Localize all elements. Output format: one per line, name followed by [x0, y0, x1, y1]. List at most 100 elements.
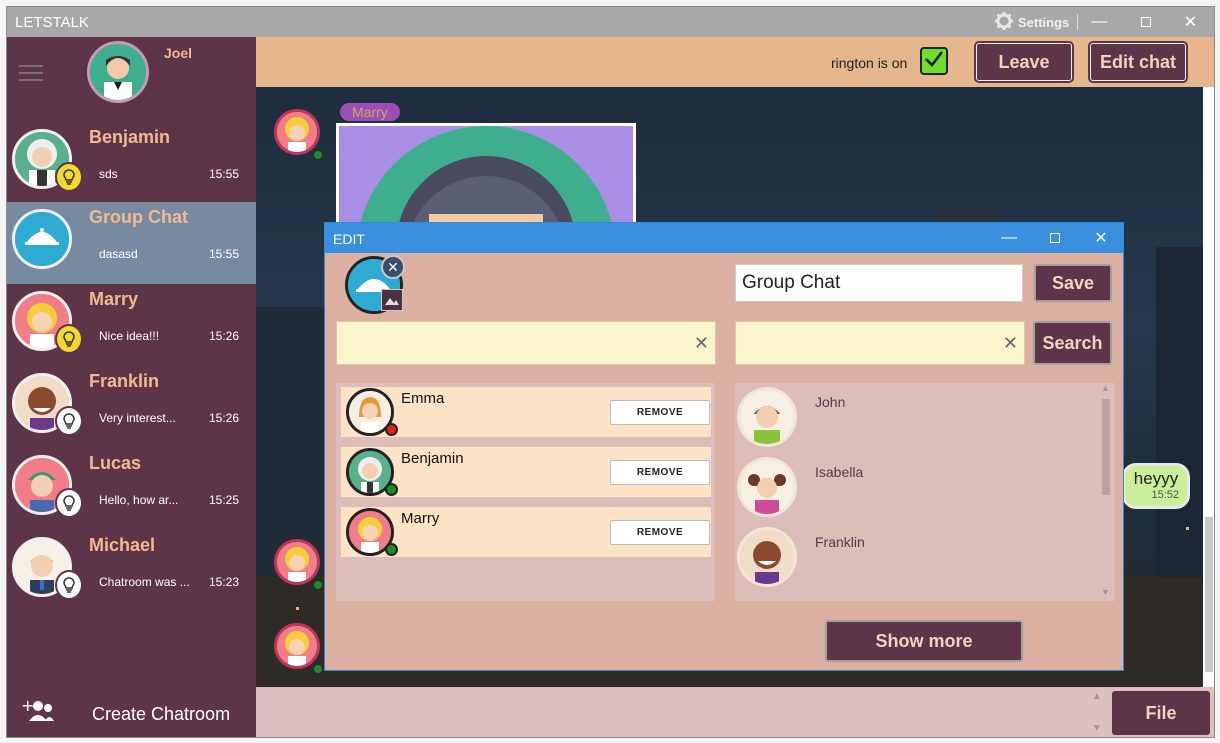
change-image-icon[interactable]	[381, 289, 403, 311]
last-message: Hello, how ar...	[99, 493, 179, 507]
user-row[interactable]: Franklin	[735, 525, 1095, 595]
clear-icon[interactable]: ✕	[694, 333, 709, 354]
scrollbar-thumb[interactable]	[1205, 517, 1213, 672]
chat-item-benjamin[interactable]: Benjamin sds 15:55	[7, 122, 256, 204]
sender-label: Marry	[340, 103, 400, 121]
marry-avatar[interactable]	[274, 623, 320, 669]
ringtone-label: rington is on	[831, 55, 908, 71]
last-message: dasasd	[99, 247, 138, 261]
ringtone-checkbox[interactable]	[920, 47, 948, 75]
close-icon: ✕	[1183, 14, 1198, 31]
user-row[interactable]: Isabella	[735, 455, 1095, 525]
last-message: sds	[99, 167, 118, 181]
leave-button[interactable]: Leave	[976, 43, 1072, 81]
chat-name: Michael	[89, 535, 156, 555]
city-light	[1186, 527, 1189, 530]
remove-avatar-icon[interactable]: ✕	[381, 255, 405, 279]
member-row: Benjamin REMOVE	[341, 447, 711, 497]
remove-button[interactable]: REMOVE	[610, 460, 710, 485]
message-time: 15:23	[209, 575, 240, 589]
message-time: 15:26	[209, 411, 240, 425]
online-indicator	[312, 579, 324, 591]
chat-name-input[interactable]	[735, 264, 1023, 302]
scrollbar-thumb[interactable]	[1102, 399, 1110, 495]
member-row: Emma REMOVE	[341, 387, 711, 437]
lightbulb-icon	[55, 162, 83, 192]
message-time: 15:55	[209, 167, 240, 181]
member-list[interactable]: Emma REMOVE Benjamin REMOVE Marry REMOVE	[336, 383, 715, 601]
chat-name: Marry	[89, 289, 139, 309]
app-title: LETSTALK	[15, 14, 89, 31]
create-chatroom-label: Create Chatroom	[92, 704, 231, 724]
scroll-up-icon[interactable]: ▲	[1101, 383, 1110, 393]
hamburger-menu-icon[interactable]	[19, 65, 43, 86]
minimize-icon: —	[1091, 13, 1108, 30]
chat-scrollbar[interactable]	[1203, 87, 1214, 687]
online-indicator	[312, 149, 324, 161]
remove-button[interactable]: REMOVE	[610, 400, 710, 425]
message-text: heyyy	[1133, 469, 1179, 488]
message-time: 15:52	[1151, 489, 1179, 501]
create-chatroom-button[interactable]: + Create Chatroom	[7, 687, 256, 737]
chat-name: Benjamin	[89, 127, 171, 147]
marry-avatar[interactable]	[274, 539, 320, 585]
file-button[interactable]: File	[1112, 691, 1210, 735]
scroll-down-icon[interactable]: ▼	[1092, 723, 1102, 734]
user-list-scrollbar[interactable]: ▲ ▼	[1099, 383, 1113, 601]
dialog-maximize-button[interactable]	[1032, 223, 1078, 253]
chat-item-michael[interactable]: Michael Chatroom was ... 15:23	[7, 530, 256, 612]
checkmark-icon	[923, 49, 945, 74]
edit-chat-button[interactable]: Edit chat	[1090, 43, 1186, 81]
svg-text:+: +	[21, 699, 34, 715]
message-input[interactable]	[256, 687, 1096, 737]
avatar	[737, 527, 797, 587]
lightbulb-icon	[55, 406, 83, 436]
add-group-icon: +	[21, 696, 55, 728]
lightbulb-icon	[55, 570, 83, 600]
city-light	[296, 607, 299, 610]
show-more-button[interactable]: Show more	[825, 620, 1023, 662]
avatar	[737, 387, 797, 447]
clear-icon[interactable]: ✕	[1003, 333, 1018, 354]
status-indicator	[385, 543, 398, 556]
minimize-button[interactable]: —	[1077, 7, 1122, 37]
scroll-up-icon[interactable]: ▲	[1092, 691, 1102, 702]
my-name: Joel	[164, 45, 193, 61]
member-name: Marry	[401, 510, 440, 527]
user-row[interactable]: John	[735, 385, 1095, 455]
member-search-input[interactable]: ✕	[336, 321, 716, 365]
member-name: Benjamin	[401, 450, 464, 467]
my-message-bubble[interactable]: heyyy 15:52	[1122, 463, 1190, 509]
avatar	[737, 457, 797, 517]
close-button[interactable]: ✕	[1168, 7, 1213, 37]
user-name: John	[815, 394, 846, 410]
lightbulb-icon	[55, 488, 83, 518]
chat-item-franklin[interactable]: Franklin Very interest... 15:26	[7, 366, 256, 448]
dialog-minimize-button[interactable]: —	[986, 223, 1032, 253]
search-button[interactable]: Search	[1033, 321, 1112, 365]
user-name: Isabella	[815, 464, 864, 480]
chat-item-group-chat[interactable]: Group Chat dasasd 15:55	[7, 202, 256, 284]
maximize-button[interactable]	[1123, 7, 1168, 37]
my-avatar[interactable]	[87, 41, 149, 103]
scroll-down-icon[interactable]: ▼	[1101, 587, 1110, 597]
chat-item-marry[interactable]: Marry Nice idea!!! 15:26	[7, 284, 256, 366]
chat-name: Lucas	[89, 453, 142, 473]
settings-label: Settings	[1018, 14, 1070, 30]
last-message: Chatroom was ...	[99, 575, 190, 589]
maximize-icon	[1050, 233, 1060, 243]
dialog-close-button[interactable]: ✕	[1078, 223, 1124, 253]
user-search-input[interactable]: ✕	[735, 321, 1025, 365]
message-time: 15:55	[209, 247, 240, 261]
chat-name: Group Chat	[89, 207, 188, 227]
status-indicator	[385, 423, 398, 436]
user-list[interactable]: John Isabella Franklin ▲ ▼	[735, 383, 1115, 601]
marry-avatar[interactable]	[274, 109, 320, 155]
user-name: Franklin	[815, 534, 865, 550]
member-name: Emma	[401, 390, 445, 407]
remove-button[interactable]: REMOVE	[610, 520, 710, 545]
settings-button[interactable]: Settings	[994, 11, 1070, 32]
sidebar: Joel Benjamin sds 15:55 Group Chat dasas…	[7, 37, 256, 737]
chat-item-lucas[interactable]: Lucas Hello, how ar... 15:25	[7, 448, 256, 530]
save-button[interactable]: Save	[1034, 264, 1112, 302]
